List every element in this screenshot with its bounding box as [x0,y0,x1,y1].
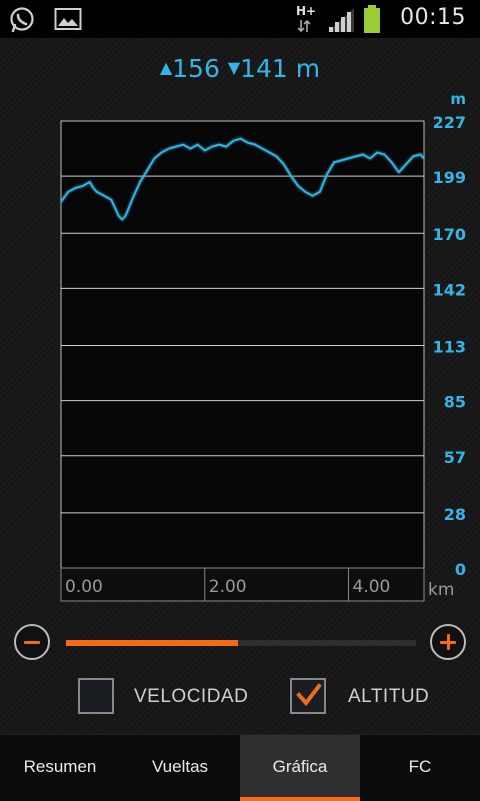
clock: 00:15 [400,5,466,30]
zoom-out-button[interactable] [14,624,50,660]
y-tick-label: 57 [444,448,466,467]
zoom-slider-fill [66,640,238,646]
tab-vueltas[interactable]: Vueltas [120,735,240,801]
status-bar: H+ 00:15 [0,0,480,38]
zoom-control [0,620,480,668]
bottom-tab-bar: Resumen Vueltas Gráfica FC [0,734,480,801]
zoom-in-button[interactable] [430,624,466,660]
y-tick-label: 199 [433,168,466,187]
elevation-summary: ▲156 ▼141 m [0,54,480,83]
y-tick-label: 142 [433,280,466,299]
elevation-unit: m [295,54,321,83]
descent-arrow-icon: ▼ [227,58,241,77]
network-icon [297,19,311,33]
y-tick-label: 85 [444,393,466,412]
battery-icon [364,5,380,33]
altitud-label: ALTITUD [348,686,430,707]
plot-area [60,120,425,569]
chart-canvas: 227 199 170 142 113 85 57 28 0 0.00 2.00 4.00 m km [58,90,466,602]
zoom-slider[interactable] [66,640,416,646]
checkmark-icon [296,683,322,707]
ascent-arrow-icon: ▲ [159,58,173,77]
x-tick-label: 0.00 [65,577,103,597]
elevation-chart[interactable]: 227 199 170 142 113 85 57 28 0 0.00 2.00 4.00 m km [0,88,480,608]
altitud-checkbox[interactable] [290,678,326,714]
y-tick-label: 28 [444,505,466,524]
signal-icon [328,8,354,32]
series-toggles: VELOCIDAD ALTITUD [0,676,480,718]
minus-icon [24,641,40,644]
y-tick-label: 0 [455,560,466,579]
image-icon [54,8,82,30]
whatsapp-icon [10,7,34,33]
x-tick-label: 2.00 [209,577,247,597]
descent-value: 141 [240,54,288,83]
network-type: H+ [296,4,317,18]
velocidad-checkbox[interactable] [78,678,114,714]
tab-resumen[interactable]: Resumen [0,735,120,801]
tab-grafica[interactable]: Gráfica [240,735,360,801]
y-unit-label: m [450,90,466,108]
ascent-value: 156 [172,54,220,83]
y-tick-label: 113 [433,337,466,356]
x-unit-label: km [428,580,454,600]
y-tick-label: 170 [433,225,466,244]
tab-fc[interactable]: FC [360,735,480,801]
x-tick-label: 4.00 [353,577,391,597]
velocidad-label: VELOCIDAD [134,686,249,707]
y-tick-label: 227 [433,113,466,132]
